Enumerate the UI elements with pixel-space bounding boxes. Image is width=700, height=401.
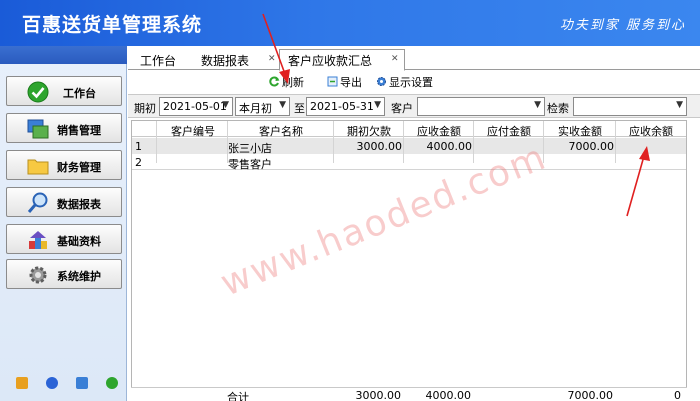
start-date-value: 2021-05-01 xyxy=(163,100,227,113)
sidebar-item-basic-data[interactable]: 基础资料 xyxy=(6,224,122,254)
search-input[interactable]: ▼ xyxy=(573,97,687,116)
period-select[interactable]: 本月初 ▼ xyxy=(235,97,290,116)
sidebar: 工作台 销售管理 财务管理 数据报表 基础资料 系统维护 xyxy=(0,46,127,401)
sidebar-top-strip xyxy=(0,46,127,64)
sidebar-item-workbench[interactable]: 工作台 xyxy=(6,76,122,106)
table-header: 客户编号 客户名称 期初欠款 应收金额 应付金额 实收金额 应收余额 xyxy=(132,121,686,139)
row-number: 2 xyxy=(135,156,142,169)
header-slogan: 功夫到家 服务到心 xyxy=(559,18,686,33)
end-date-picker[interactable]: 2021-05-31 ▼ xyxy=(306,97,385,116)
sidebar-item-label: 基础资料 xyxy=(57,235,101,248)
start-date-picker[interactable]: 2021-05-01 ▼ xyxy=(159,97,233,116)
period-option-value: 本月初 xyxy=(239,102,272,115)
col-balance[interactable]: 应收余额 xyxy=(616,123,686,139)
column-divider xyxy=(615,121,616,163)
col-receivable[interactable]: 应收金额 xyxy=(404,123,474,139)
display-settings-button[interactable]: 显示设置 xyxy=(376,74,433,90)
end-date-value: 2021-05-31 xyxy=(310,100,374,113)
table-row[interactable]: 1 张三小店 3000.00 4000.00 7000.00 xyxy=(132,138,686,155)
settings-icon xyxy=(377,77,386,86)
tab-close-icon[interactable]: ✕ xyxy=(268,54,276,64)
sidebar-item-finance[interactable]: 财务管理 xyxy=(6,150,122,180)
toolbar: 刷新 导出 显示设置 xyxy=(128,70,700,92)
col-opening-debt[interactable]: 期初欠款 xyxy=(334,123,404,139)
customer-name: 零售客户 xyxy=(228,158,272,171)
refresh-small-icon[interactable] xyxy=(106,377,118,389)
totals-opening: 3000.00 xyxy=(355,389,402,401)
refresh-button[interactable]: 刷新 xyxy=(269,74,304,90)
tab-close-icon[interactable]: ✕ xyxy=(391,54,399,64)
sidebar-item-label: 系统维护 xyxy=(57,270,101,283)
chevron-down-icon: ▼ xyxy=(222,100,229,110)
customer-label: 客户 xyxy=(391,102,413,115)
windows-icon xyxy=(27,119,49,139)
sidebar-item-reports[interactable]: 数据报表 xyxy=(6,187,122,217)
totals-row: 合计 3000.00 4000.00 7000.00 0 xyxy=(131,387,687,401)
column-divider xyxy=(227,121,228,163)
customer-select[interactable]: ▼ xyxy=(417,97,545,116)
key-icon[interactable] xyxy=(16,377,28,389)
tab-bar: 工作台 数据报表 ✕ 客户应收款汇总 ✕ xyxy=(128,46,700,71)
folder-icon xyxy=(27,159,49,175)
period-label: 期初 xyxy=(134,102,156,115)
totals-receivable: 4000.00 xyxy=(425,389,472,401)
tab-customer-receivables[interactable]: 客户应收款汇总 xyxy=(279,49,405,71)
sidebar-item-system[interactable]: 系统维护 xyxy=(6,259,122,289)
received-amount: 7000.00 xyxy=(568,140,615,153)
filter-bar: 期初 2021-05-01 ▼ 本月初 ▼ 至 2021-05-31 ▼ 客户 … xyxy=(128,94,700,118)
sidebar-item-label: 财务管理 xyxy=(57,161,101,174)
totals-received: 7000.00 xyxy=(567,389,614,401)
export-button[interactable]: 导出 xyxy=(327,74,362,90)
clock-icon[interactable] xyxy=(46,377,58,389)
gear-icon xyxy=(29,266,47,284)
sidebar-item-label: 工作台 xyxy=(63,87,96,100)
column-divider xyxy=(543,121,544,163)
refresh-icon xyxy=(269,76,280,87)
check-circle-icon xyxy=(27,81,49,103)
export-icon xyxy=(327,76,338,87)
search-small-icon[interactable] xyxy=(76,377,88,389)
column-divider xyxy=(333,121,334,163)
sidebar-item-label: 数据报表 xyxy=(57,198,101,211)
to-label: 至 xyxy=(294,102,305,115)
chevron-down-icon: ▼ xyxy=(676,100,683,110)
refresh-label: 刷新 xyxy=(282,76,304,89)
export-label: 导出 xyxy=(340,76,362,89)
chevron-down-icon: ▼ xyxy=(374,100,381,110)
building-blocks-icon xyxy=(29,231,47,249)
sidebar-item-sales[interactable]: 销售管理 xyxy=(6,113,122,143)
tab-reports[interactable]: 数据报表 xyxy=(201,50,249,70)
column-divider xyxy=(403,121,404,163)
app-header: 百惠送货单管理系统 功夫到家 服务到心 xyxy=(0,0,700,46)
tab-label: 客户应收款汇总 xyxy=(288,54,373,68)
column-divider xyxy=(156,121,157,163)
col-customer-code[interactable]: 客户编号 xyxy=(158,123,228,139)
receivable-amount: 4000.00 xyxy=(426,140,473,153)
sidebar-item-label: 销售管理 xyxy=(57,124,101,137)
receivables-table: 客户编号 客户名称 期初欠款 应收金额 应付金额 实收金额 应收余额 1 张三小… xyxy=(131,120,687,388)
app-title: 百惠送货单管理系统 xyxy=(22,14,203,36)
chevron-down-icon: ▼ xyxy=(279,100,286,110)
totals-label: 合计 xyxy=(227,391,249,401)
column-divider xyxy=(473,121,474,163)
table-row[interactable]: 2 零售客户 xyxy=(132,154,686,171)
col-customer-name[interactable]: 客户名称 xyxy=(228,123,334,139)
tab-workbench[interactable]: 工作台 xyxy=(140,50,176,70)
col-payable[interactable]: 应付金额 xyxy=(474,123,544,139)
search-label: 检索 xyxy=(547,102,569,115)
magnifier-icon xyxy=(27,192,48,213)
row-number: 1 xyxy=(135,140,142,153)
chevron-down-icon: ▼ xyxy=(534,100,541,110)
totals-balance: 0 xyxy=(674,389,681,401)
opening-debt: 3000.00 xyxy=(356,140,403,153)
display-settings-label: 显示设置 xyxy=(389,76,433,89)
col-received[interactable]: 实收金额 xyxy=(544,123,616,139)
sidebar-bottom-icons xyxy=(12,377,120,393)
